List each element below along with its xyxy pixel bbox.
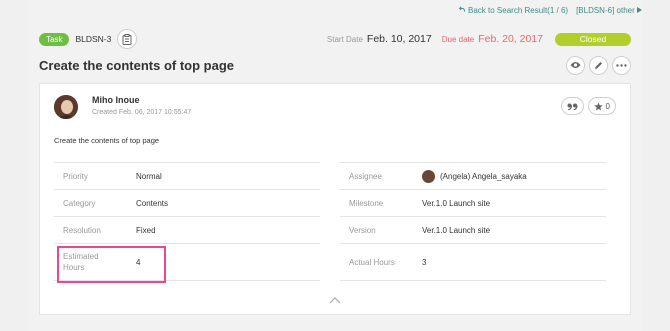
property-label: Estimated Hours [63,252,99,272]
card-actions: 0 [560,97,616,115]
star-icon [593,101,603,110]
property-label: Assignee [349,171,382,181]
start-date-value: Feb. 10, 2017 [366,33,432,45]
property-value: 4 [136,257,141,267]
assignee-avatar [422,169,435,183]
page-title: Create the contents of top page [39,57,235,73]
property-label: Resolution [63,225,101,235]
back-to-search-label: Back to Search Result(1 / 6) [468,6,569,15]
property-row-priority: Priority Normal [54,162,320,189]
property-row-version: Version Ver.1.0 Launch site [340,216,606,243]
property-row-milestone: Milestone Ver.1.0 Launch site [340,189,606,216]
copy-key-button[interactable] [117,29,138,49]
edit-button[interactable] [589,55,608,75]
property-row-category: Category Contents [54,189,320,216]
property-value: Ver.1.0 Launch site [422,225,491,235]
other-issue-label: [BLDSN-6] other [576,6,635,15]
issue-title-row: Create the contents of top page [39,55,631,75]
issue-detail-card: Miho Inoue Created Feb. 06, 2017 10:55:4… [39,83,631,315]
avatar [54,95,78,119]
property-label: Actual Hours [349,257,395,267]
properties-right: Assignee (Angela) Angela_sayaka Mileston… [340,162,606,281]
clipboard-icon [122,33,132,45]
property-value: Fixed [136,225,156,235]
issue-key: BLDSN-3 [75,34,112,44]
property-row-actual-hours: Actual Hours 3 [340,243,606,281]
status-badge: Closed [555,32,631,46]
star-button[interactable]: 0 [587,97,616,115]
start-date-label: Start Date [326,35,363,44]
issue-description: Create the contents of top page [54,136,160,145]
issue-header: Task BLDSN-3 Start Date Feb. 10, 2017 Du… [39,29,631,49]
property-label: Version [349,225,376,235]
watch-icon [570,62,581,68]
property-label: Milestone [349,198,384,208]
assignee-value[interactable]: (Angela) Angela_sayaka [422,169,527,183]
collapse-button[interactable] [329,291,341,309]
due-date-value: Feb. 20, 2017 [478,33,543,45]
back-icon [458,6,465,12]
property-label: Category [63,198,96,208]
issue-dates: Start Date Feb. 10, 2017 Due date Feb. 2… [327,33,543,45]
property-value: Normal [136,171,162,181]
issue-type-badge: Task [39,32,70,46]
star-count: 0 [605,101,610,111]
issue-navigation: Back to Search Result(1 / 6) [BLDSN-6] o… [458,6,642,15]
back-to-search-link[interactable]: Back to Search Result(1 / 6) [458,6,568,15]
chevron-up-icon [329,297,341,304]
property-row-assignee: Assignee (Angela) Angela_sayaka [340,162,606,189]
edit-icon [595,61,602,69]
issue-page: Back to Search Result(1 / 6) [BLDSN-6] o… [28,0,642,331]
quote-icon [567,103,578,110]
author-name: Miho Inoue [92,95,140,105]
property-label: Priority [63,171,88,181]
property-value: Contents [136,198,169,208]
watch-button[interactable] [566,55,585,75]
other-issue-link[interactable]: [BLDSN-6] other [576,6,642,15]
property-row-resolution: Resolution Fixed [54,216,320,243]
quote-button[interactable] [560,97,584,115]
next-arrow-icon [637,7,642,13]
property-value: Ver.1.0 Launch site [422,198,491,208]
created-timestamp: Created Feb. 06, 2017 10:55:47 [92,109,192,116]
property-row-estimated-hours: Estimated Hours 4 [54,243,320,281]
issue-actions [566,55,631,75]
due-date-label: Due date [441,35,475,44]
more-icon [616,63,627,67]
author-avatar-icon [54,95,78,119]
properties-left: Priority Normal Category Contents Resolu… [54,162,320,281]
more-button[interactable] [612,55,631,75]
assignee-name: (Angela) Angela_sayaka [440,171,527,181]
property-value: 3 [422,257,427,267]
